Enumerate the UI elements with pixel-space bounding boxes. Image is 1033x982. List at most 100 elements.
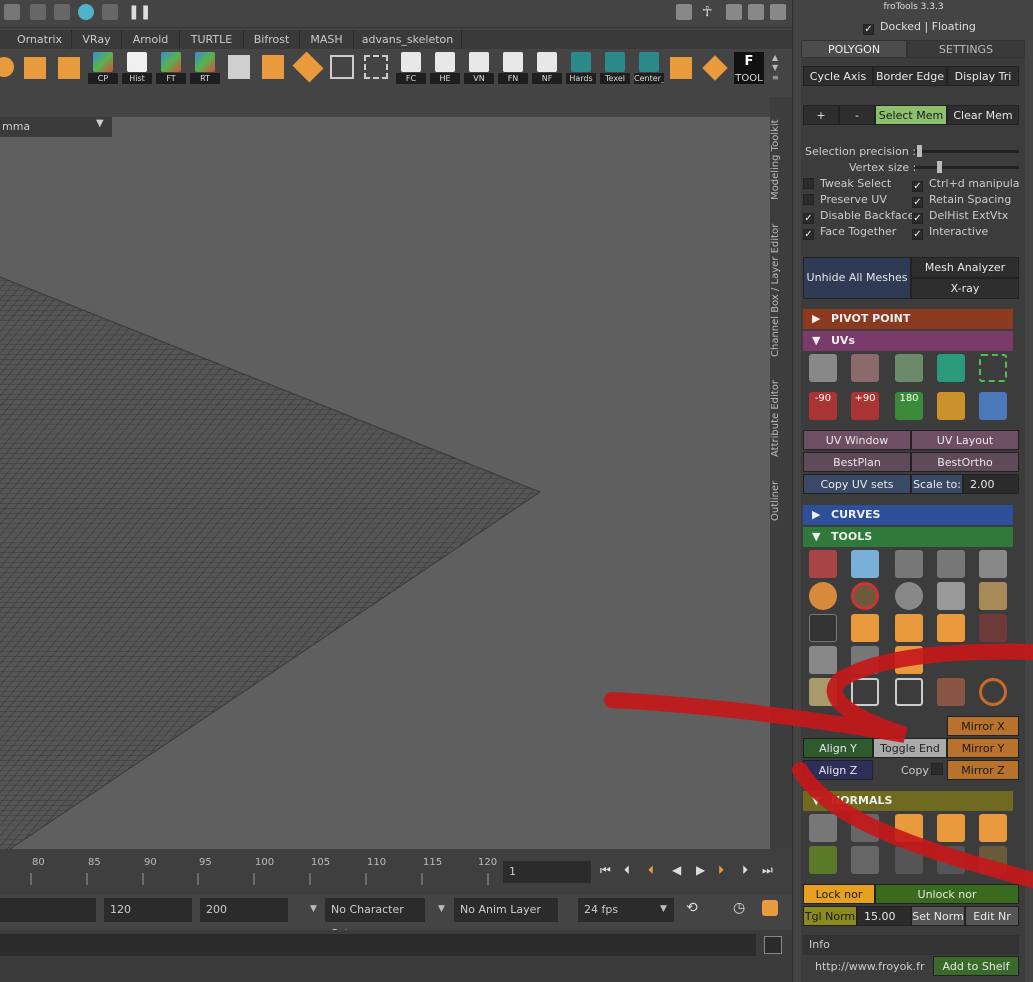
go-to-end-icon[interactable]: ⏭ xyxy=(762,863,773,878)
channel-box-icon[interactable] xyxy=(770,4,786,20)
tool-blocks-icon[interactable] xyxy=(979,550,1007,578)
shelf-button-frotool[interactable]: F TOOL xyxy=(734,52,764,84)
human-ik-icon[interactable]: ☥ xyxy=(702,4,712,20)
shelf-mesh-icon-1[interactable] xyxy=(228,55,250,79)
uv-layout-button[interactable]: UV Layout xyxy=(911,430,1019,450)
uv-flatten-icon[interactable] xyxy=(895,354,923,382)
set-norm-button[interactable]: Set Norm xyxy=(911,906,965,926)
toggle-end-button[interactable]: Toggle End xyxy=(873,738,947,758)
slider-handle[interactable] xyxy=(937,161,942,173)
current-frame-field[interactable]: 1 xyxy=(503,861,591,883)
mirror-x-button[interactable]: Mirror X xyxy=(947,716,1019,736)
chevron-down-icon[interactable]: ▼ xyxy=(96,118,104,129)
tool-ring-icon[interactable] xyxy=(979,678,1007,706)
step-back-icon[interactable]: ⏴ xyxy=(624,863,630,878)
uv-select-border-icon[interactable] xyxy=(979,354,1007,382)
tool-grid-icon[interactable] xyxy=(895,678,923,706)
border-edge-button[interactable]: Border Edge xyxy=(873,66,947,86)
tool-nodes-icon[interactable] xyxy=(809,646,837,674)
shelf-tab-vray[interactable]: VRay xyxy=(72,30,122,49)
shelf-mesh-icon-2[interactable] xyxy=(262,55,284,79)
shelf-tab-advans-skeleton[interactable]: advans_skeleton xyxy=(354,30,462,49)
mirror-y-button[interactable]: Mirror Y xyxy=(947,738,1019,758)
normal-split-icon[interactable] xyxy=(851,846,879,874)
align-z-button[interactable]: Align Z xyxy=(803,760,873,780)
step-forward-icon[interactable]: ⏵ xyxy=(742,863,748,878)
shelf-cube-icon-3[interactable] xyxy=(58,57,80,79)
shelf-button-center[interactable]: Center_ xyxy=(634,52,664,84)
step-back-key-icon[interactable]: ⏴ xyxy=(648,863,654,878)
play-backwards-icon[interactable]: ◀ xyxy=(672,863,681,877)
tool-cube-orange-icon-2[interactable] xyxy=(895,614,923,642)
tool-vertex-remove-icon[interactable] xyxy=(895,550,923,578)
normals-header[interactable]: ▼ NORMALS xyxy=(803,791,1013,811)
uv-flip-h-icon[interactable] xyxy=(979,392,1007,420)
uv-unfold-icon[interactable] xyxy=(851,354,879,382)
delhist-extvtx-checkbox[interactable]: ✓ DelHist ExtVtx xyxy=(912,209,1008,224)
uv-rotate-minus-90-icon[interactable]: -90 xyxy=(809,392,837,420)
uvs-header[interactable]: ▼ UVs xyxy=(803,331,1013,351)
clear-mem-button[interactable]: Clear Mem xyxy=(947,105,1019,125)
normal-angle-icon[interactable] xyxy=(851,814,879,842)
shelf-button-cp[interactable]: CP xyxy=(88,52,118,84)
hypershade-icon[interactable] xyxy=(102,4,118,20)
norm-angle-field[interactable]: 15.00 xyxy=(857,906,911,926)
chevron-down-icon[interactable]: ▼ xyxy=(660,904,667,914)
tools-header[interactable]: ▼ TOOLS xyxy=(803,527,1013,547)
normal-plane-icon[interactable] xyxy=(895,814,923,842)
tweak-select-checkbox[interactable]: Tweak Select xyxy=(803,177,891,191)
slider-handle[interactable] xyxy=(917,145,922,157)
play-forwards-icon[interactable]: ▶ xyxy=(696,863,705,877)
camera-field[interactable]: mma xyxy=(2,120,30,133)
shelf-button-fc[interactable]: FC xyxy=(396,52,426,84)
remove-mem-button[interactable]: - xyxy=(839,105,875,125)
shelf-button-texel[interactable]: Texel xyxy=(600,52,630,84)
tool-cards-icon[interactable] xyxy=(809,678,837,706)
shelf-button-rt[interactable]: RT xyxy=(190,52,220,84)
tool-hatch-icon[interactable] xyxy=(937,678,965,706)
selection-precision-slider[interactable] xyxy=(915,145,1019,157)
cycle-axis-button[interactable]: Cycle Axis xyxy=(803,66,873,86)
render-seq-icon[interactable] xyxy=(54,4,70,20)
chevron-down-icon[interactable]: ▼ xyxy=(310,904,317,914)
tool-cut-icon[interactable] xyxy=(979,614,1007,642)
normal-mesh-icon-2[interactable] xyxy=(979,814,1007,842)
tool-target-icon[interactable] xyxy=(851,582,879,610)
lock-normals-button[interactable]: Lock nor xyxy=(803,884,875,904)
shelf-button-fn[interactable]: FN xyxy=(498,52,528,84)
shelf-tab-turtle[interactable]: TURTLE xyxy=(180,30,244,49)
add-to-shelf-button[interactable]: Add to Shelf xyxy=(933,956,1019,976)
pause-icon[interactable]: ❚❚ xyxy=(128,4,151,20)
ctrl-d-manipulator-checkbox[interactable]: ✓ Ctrl+d manipulato xyxy=(912,177,1020,192)
uv-flip-v-icon[interactable] xyxy=(937,392,965,420)
shelf-button-nf[interactable]: NF xyxy=(532,52,562,84)
uv-checker-icon[interactable] xyxy=(809,354,837,382)
anim-layer-field[interactable]: No Anim Layer xyxy=(454,898,558,922)
shelf-cube-icon-1[interactable] xyxy=(0,57,14,77)
shelf-cube-icon-4[interactable] xyxy=(670,57,692,79)
shelf-grid-icon-2[interactable] xyxy=(364,55,388,79)
grid-icon[interactable] xyxy=(4,4,20,20)
tool-knife-icon[interactable] xyxy=(851,646,879,674)
tool-settings-icon[interactable] xyxy=(748,4,764,20)
bestplan-button[interactable]: BestPlan xyxy=(803,452,911,472)
shelf-tab-mash[interactable]: MASH xyxy=(300,30,354,49)
scale-to-field[interactable]: 2.00 xyxy=(963,474,1019,494)
tool-fill-hole-icon[interactable] xyxy=(809,614,837,642)
shelf-grid-icon-1[interactable] xyxy=(330,55,354,79)
froyok-url-link[interactable]: http://www.froyok.fr xyxy=(815,960,925,973)
uv-rotate-plus-90-icon[interactable]: +90 xyxy=(851,392,879,420)
preserve-uv-checkbox[interactable]: Preserve UV xyxy=(803,193,887,207)
tool-spline-icon[interactable] xyxy=(937,550,965,578)
unhide-all-meshes-button[interactable]: Unhide All Meshes xyxy=(803,257,911,299)
add-mem-button[interactable]: + xyxy=(803,105,839,125)
shelf-tab-arnold[interactable]: Arnold xyxy=(122,30,180,49)
time-slider[interactable]: 80 85 90 95 100 105 110 115 120 1 ⏮ ⏴ ⏴ … xyxy=(0,849,792,894)
shelf-tab-bifrost[interactable]: Bifrost xyxy=(244,30,300,49)
render-icon[interactable] xyxy=(30,4,46,20)
curves-header[interactable]: ▶ CURVES xyxy=(803,505,1013,525)
pivot-point-header[interactable]: ▶ PIVOT POINT xyxy=(803,309,1013,329)
tool-stack-icon[interactable] xyxy=(979,582,1007,610)
normal-hammer-icon-2[interactable] xyxy=(937,846,965,874)
tool-layer-plane-icon[interactable] xyxy=(895,582,923,610)
